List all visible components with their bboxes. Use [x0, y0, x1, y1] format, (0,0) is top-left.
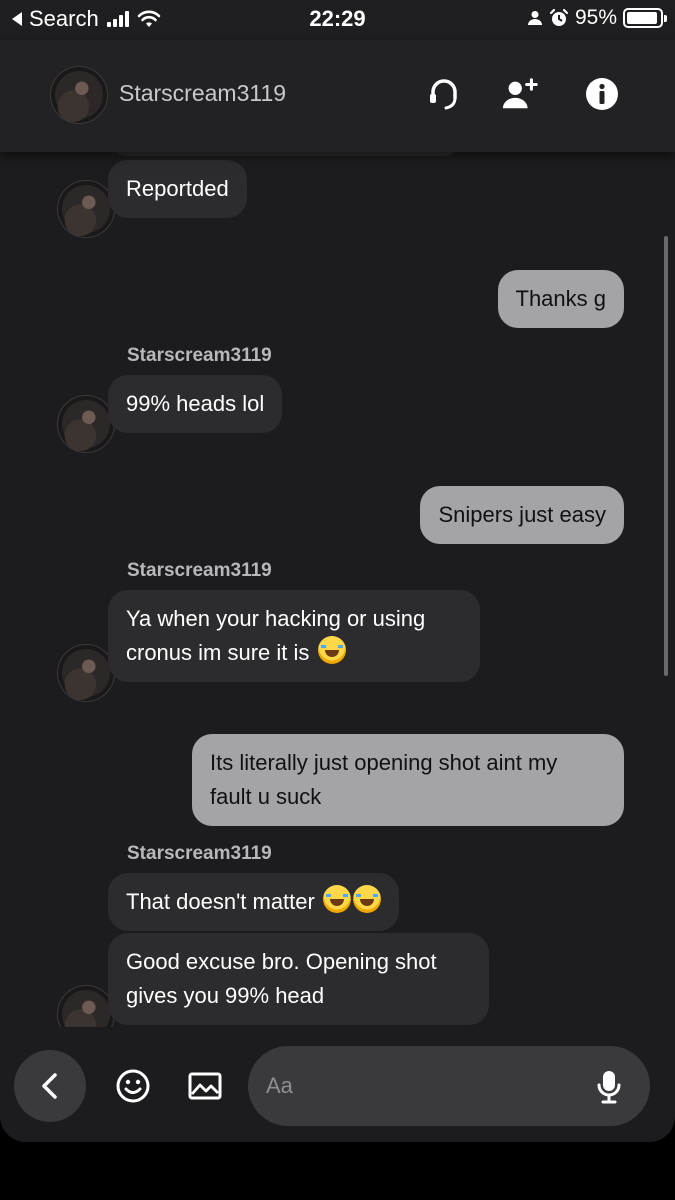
message-text-line: Ya when your hacking or using	[126, 606, 426, 631]
message-text-line: gives you 99% head	[126, 983, 325, 1008]
image-icon	[188, 1072, 222, 1100]
headset-icon	[430, 79, 457, 110]
message-bubble-partial[interactable]	[108, 152, 463, 156]
microphone-icon	[597, 1071, 621, 1104]
add-friend-button[interactable]	[500, 74, 540, 114]
sender-name: Starscream3119	[127, 560, 272, 581]
message-bubble-outgoing[interactable]: Its literally just opening shot aint my …	[192, 734, 624, 826]
person-icon	[527, 11, 542, 25]
message-list[interactable]: Reportded Thanks g Starscream3119 99% he…	[0, 152, 675, 1027]
battery-icon	[623, 8, 667, 28]
contact-name[interactable]: Starscream3119	[119, 80, 286, 107]
battery-fill	[627, 12, 658, 24]
emoji-button[interactable]	[113, 1066, 153, 1106]
message-bubble-incoming[interactable]: 99% heads lol	[108, 375, 283, 433]
message-bubble-incoming[interactable]: Good excuse bro. Opening shot gives you …	[108, 933, 489, 1025]
message-text-line: Its literally just opening shot aint my	[210, 750, 558, 775]
image-button[interactable]	[185, 1066, 225, 1106]
scrollbar[interactable]	[664, 236, 668, 676]
laughing-emoji-icon	[322, 885, 351, 913]
message-text: Thanks g	[515, 286, 607, 311]
message-bubble-outgoing[interactable]: Thanks g	[497, 270, 624, 328]
composer-bar	[0, 1028, 675, 1142]
sender-avatar[interactable]	[57, 395, 115, 453]
message-text-line: cronus im sure it is	[126, 636, 462, 670]
message-bubble-incoming[interactable]: Ya when your hacking or using cronus im …	[108, 590, 480, 682]
status-right: 95%	[527, 6, 667, 30]
message-text: 99% heads lol	[126, 391, 265, 416]
microphone-button[interactable]	[594, 1068, 624, 1106]
message-text: Reportded	[126, 176, 229, 201]
info-button[interactable]	[582, 74, 622, 114]
sender-name: Starscream3119	[127, 843, 272, 864]
chat-screen: Search 22:29 95% Starscream3119 Reportde…	[0, 0, 675, 1142]
message-input-pill[interactable]	[248, 1046, 650, 1126]
sender-avatar[interactable]	[57, 644, 115, 702]
status-bar: Search 22:29 95%	[0, 0, 675, 40]
message-input[interactable]	[266, 1066, 566, 1106]
sender-avatar[interactable]	[57, 985, 115, 1027]
battery-percent: 95%	[574, 6, 617, 29]
laughing-emoji-icon	[317, 636, 346, 664]
chat-header: Starscream3119	[0, 40, 675, 152]
back-button[interactable]	[14, 1050, 86, 1122]
emoji-icon	[116, 1069, 150, 1103]
alarm-icon	[549, 8, 569, 26]
message-text: That doesn't matter	[126, 889, 315, 914]
info-icon	[586, 78, 618, 110]
message-text-line: Good excuse bro. Opening shot	[126, 949, 437, 974]
laughing-emoji-icon	[352, 885, 381, 913]
sender-name: Starscream3119	[127, 345, 272, 366]
headset-button[interactable]	[424, 74, 464, 114]
back-icon	[42, 1073, 57, 1099]
message-bubble-outgoing[interactable]: Snipers just easy	[420, 486, 624, 544]
message-text: Snipers just easy	[438, 502, 606, 527]
add-friend-icon	[502, 78, 538, 109]
message-bubble-incoming[interactable]: Reportded	[108, 160, 247, 218]
message-text: cronus im sure it is	[126, 640, 310, 665]
message-bubble-incoming[interactable]: That doesn't matter	[108, 873, 399, 931]
sender-avatar[interactable]	[57, 180, 115, 238]
message-text-line: fault u suck	[210, 784, 322, 809]
contact-avatar[interactable]	[50, 66, 108, 124]
